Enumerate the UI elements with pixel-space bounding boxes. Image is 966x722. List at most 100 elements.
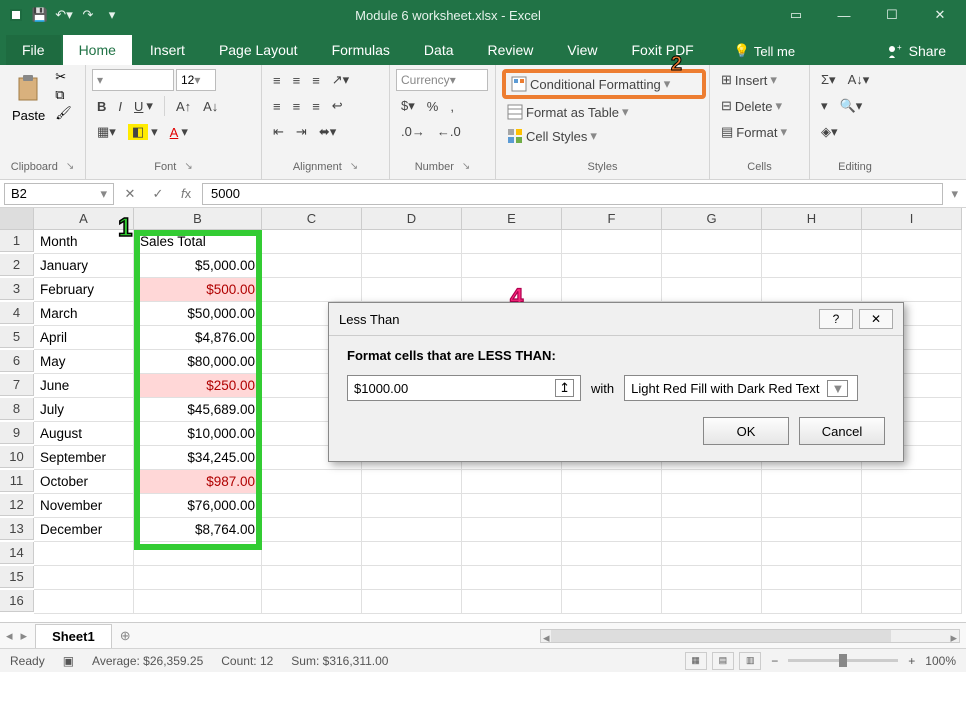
fill-color-button[interactable]: ◧▾: [123, 121, 163, 143]
cell-A13[interactable]: December: [34, 518, 134, 542]
cell-C1[interactable]: [262, 230, 362, 254]
cell-C15[interactable]: [262, 566, 362, 590]
view-page-break-icon[interactable]: ▥: [739, 652, 761, 670]
increase-indent-icon[interactable]: ⇥: [291, 121, 312, 143]
cell-D2[interactable]: [362, 254, 462, 278]
cell-C3[interactable]: [262, 278, 362, 302]
align-right-icon[interactable]: ≡: [307, 96, 325, 117]
align-top-icon[interactable]: ≡: [268, 70, 286, 91]
alignment-dialog-launcher[interactable]: ↘: [350, 161, 358, 173]
increase-font-icon[interactable]: A↑: [171, 96, 196, 117]
tab-file[interactable]: File: [6, 35, 61, 65]
cell-F2[interactable]: [562, 254, 662, 278]
share-button[interactable]: + Share: [873, 37, 960, 65]
cell-G11[interactable]: [662, 470, 762, 494]
cell-A7[interactable]: June: [34, 374, 134, 398]
tab-view[interactable]: View: [551, 35, 613, 65]
font-size-combo[interactable]: 12▾: [176, 69, 216, 91]
row-header-10[interactable]: 10: [0, 446, 34, 468]
cell-D15[interactable]: [362, 566, 462, 590]
new-sheet-icon[interactable]: ⊕: [120, 628, 131, 644]
cell-E14[interactable]: [462, 542, 562, 566]
cell-D1[interactable]: [362, 230, 462, 254]
column-header-I[interactable]: I: [862, 208, 962, 230]
horizontal-scrollbar[interactable]: ◂▸: [540, 629, 960, 643]
format-cells-button[interactable]: ▤Format▾: [716, 121, 792, 143]
cell-B13[interactable]: $8,764.00: [134, 518, 262, 542]
font-color-button[interactable]: A▾: [165, 121, 193, 143]
cell-A10[interactable]: September: [34, 446, 134, 470]
decrease-decimal-icon[interactable]: ←.0: [432, 121, 466, 142]
row-header-11[interactable]: 11: [0, 470, 34, 492]
cell-B8[interactable]: $45,689.00: [134, 398, 262, 422]
row-header-6[interactable]: 6: [0, 350, 34, 372]
view-normal-icon[interactable]: ▦: [685, 652, 707, 670]
cell-A14[interactable]: [34, 542, 134, 566]
cell-G14[interactable]: [662, 542, 762, 566]
cell-B16[interactable]: [134, 590, 262, 614]
cell-H14[interactable]: [762, 542, 862, 566]
cell-D16[interactable]: [362, 590, 462, 614]
comma-format-icon[interactable]: ,: [445, 96, 459, 117]
align-left-icon[interactable]: ≡: [268, 96, 286, 117]
cancel-fx-icon[interactable]: ✕: [118, 186, 142, 202]
cell-H3[interactable]: [762, 278, 862, 302]
row-header-7[interactable]: 7: [0, 374, 34, 396]
cell-F3[interactable]: [562, 278, 662, 302]
fill-icon[interactable]: ▾: [816, 95, 833, 117]
align-bottom-icon[interactable]: ≡: [307, 70, 325, 91]
cell-A6[interactable]: May: [34, 350, 134, 374]
column-header-F[interactable]: F: [562, 208, 662, 230]
autosum-icon[interactable]: Σ▾: [816, 69, 841, 91]
cell-C12[interactable]: [262, 494, 362, 518]
align-center-icon[interactable]: ≡: [288, 96, 306, 117]
tell-me-search[interactable]: 💡 Tell me: [722, 37, 807, 65]
row-header-3[interactable]: 3: [0, 278, 34, 300]
underline-button[interactable]: U▾: [129, 95, 158, 117]
qa-customize-icon[interactable]: ▾: [104, 7, 120, 23]
row-header-8[interactable]: 8: [0, 398, 34, 420]
cell-I11[interactable]: [862, 470, 962, 494]
cell-B3[interactable]: $500.00: [134, 278, 262, 302]
wrap-text-icon[interactable]: ↩: [327, 95, 348, 117]
cell-A2[interactable]: January: [34, 254, 134, 278]
cell-A15[interactable]: [34, 566, 134, 590]
cell-G12[interactable]: [662, 494, 762, 518]
row-header-4[interactable]: 4: [0, 302, 34, 324]
insert-cells-button[interactable]: ⊞Insert▾: [716, 69, 782, 91]
threshold-input[interactable]: $1000.00 ↥: [347, 375, 581, 401]
cell-F13[interactable]: [562, 518, 662, 542]
cell-B5[interactable]: $4,876.00: [134, 326, 262, 350]
formula-input[interactable]: 5000: [202, 183, 943, 205]
clipboard-dialog-launcher[interactable]: ↘: [66, 161, 74, 173]
cell-G3[interactable]: [662, 278, 762, 302]
column-header-D[interactable]: D: [362, 208, 462, 230]
cell-C2[interactable]: [262, 254, 362, 278]
row-header-14[interactable]: 14: [0, 542, 34, 564]
font-dialog-launcher[interactable]: ↘: [184, 161, 192, 173]
save-icon[interactable]: 💾: [32, 7, 48, 23]
cell-H11[interactable]: [762, 470, 862, 494]
cell-C13[interactable]: [262, 518, 362, 542]
cell-A8[interactable]: July: [34, 398, 134, 422]
decrease-font-icon[interactable]: A↓: [198, 96, 223, 117]
cell-F14[interactable]: [562, 542, 662, 566]
cell-E16[interactable]: [462, 590, 562, 614]
cell-E11[interactable]: [462, 470, 562, 494]
cell-G2[interactable]: [662, 254, 762, 278]
tab-insert[interactable]: Insert: [134, 35, 201, 65]
name-box[interactable]: B2▾: [4, 183, 114, 205]
merge-center-icon[interactable]: ⬌▾: [314, 121, 341, 143]
cell-C14[interactable]: [262, 542, 362, 566]
cell-H13[interactable]: [762, 518, 862, 542]
sort-filter-icon[interactable]: A↓▾: [843, 69, 875, 91]
cell-F1[interactable]: [562, 230, 662, 254]
cell-G15[interactable]: [662, 566, 762, 590]
zoom-level[interactable]: 100%: [925, 654, 956, 668]
cell-A5[interactable]: April: [34, 326, 134, 350]
fx-icon[interactable]: fx: [174, 186, 198, 201]
tab-formulas[interactable]: Formulas: [316, 35, 406, 65]
cell-B6[interactable]: $80,000.00: [134, 350, 262, 374]
zoom-in-icon[interactable]: +: [908, 654, 915, 668]
row-header-2[interactable]: 2: [0, 254, 34, 276]
